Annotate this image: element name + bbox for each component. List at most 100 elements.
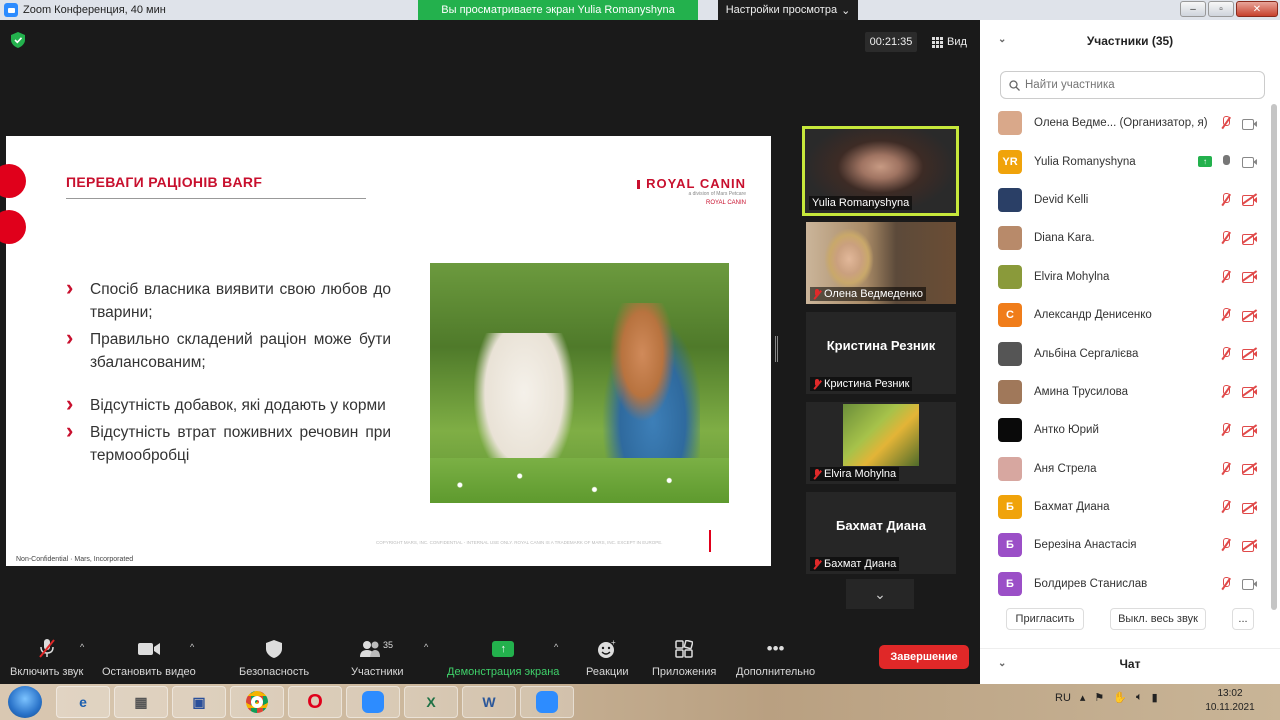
taskbar-excel-icon[interactable]: X <box>404 686 458 718</box>
participant-row[interactable]: Б Бахмат Диана <box>980 488 1272 526</box>
participant-row[interactable]: Антко Юрий <box>980 411 1272 449</box>
network-icon[interactable]: ▮ <box>1152 691 1158 704</box>
participant-row[interactable]: Амина Трусилова <box>980 373 1272 411</box>
muted-mic-icon[interactable] <box>1220 231 1232 245</box>
participant-name: Альбіна Сергалієва <box>1034 347 1139 360</box>
system-clock[interactable]: 13:02 10.11.2021 <box>1200 687 1260 715</box>
avatar <box>998 226 1022 251</box>
participant-row[interactable]: Аня Стрела <box>980 450 1272 488</box>
unmute-button[interactable]: Включить звук <box>10 638 83 678</box>
video-tile[interactable]: Бахмат Диана Бахмат Диана <box>806 492 956 574</box>
video-tile[interactable]: Кристина Резник Кристина Резник <box>806 312 956 394</box>
avatar <box>998 456 1022 481</box>
splitter-handle[interactable] <box>775 336 778 362</box>
collapse-chevron-icon[interactable]: ⌄ <box>998 34 1006 45</box>
muted-mic-icon[interactable] <box>1220 538 1232 552</box>
tray-arrow-icon[interactable]: ▴ <box>1080 691 1086 704</box>
invite-button[interactable]: Пригласить <box>1006 608 1084 630</box>
end-meeting-button[interactable]: Завершение <box>879 645 969 669</box>
volume-icon[interactable]: 🔈︎ <box>1136 691 1143 704</box>
video-tile[interactable]: Elvira Mohylna <box>806 402 956 484</box>
taskbar-opera-icon[interactable]: O <box>288 686 342 718</box>
slide-bullet: Відсутність втрат поживних речовин при т… <box>66 419 391 467</box>
tile-name: Elvira Mohylna <box>810 467 900 481</box>
muted-mic-icon[interactable] <box>1220 269 1232 284</box>
participant-row[interactable]: Олена Ведме... (Организатор, я) <box>980 104 1272 142</box>
apps-icon <box>675 638 694 660</box>
tile-name: Бахмат Диана <box>810 557 900 571</box>
participant-list-scrollbar[interactable] <box>1271 104 1277 610</box>
participants-button[interactable]: 35 Участники <box>351 638 404 678</box>
avatar: YR <box>998 149 1022 174</box>
apps-button[interactable]: Приложения <box>652 638 716 678</box>
close-window-button[interactable]: ✕ <box>1236 1 1278 17</box>
participant-name: Олена Ведме... (Организатор, я) <box>1034 117 1208 130</box>
mic-icon[interactable] <box>1220 154 1232 169</box>
maximize-button[interactable]: ▫ <box>1208 1 1234 17</box>
audio-options-caret[interactable]: ^ <box>80 642 84 652</box>
taskbar-chrome-icon[interactable] <box>230 686 284 718</box>
participant-row[interactable]: YR Yulia Romanyshyna ↑ <box>980 142 1272 180</box>
view-button[interactable]: Вид <box>932 32 967 52</box>
panel-more-button[interactable]: ... <box>1232 608 1254 630</box>
video-tile-active[interactable]: Yulia Romanyshyna <box>802 126 959 216</box>
participant-row[interactable]: Elvira Mohylna <box>980 258 1272 296</box>
view-options-button[interactable]: Настройки просмотра ⌄ <box>718 0 858 20</box>
mute-all-button[interactable]: Выкл. весь звук <box>1110 608 1206 630</box>
muted-mic-icon[interactable] <box>1220 116 1232 130</box>
taskbar-zoom-icon[interactable] <box>346 686 400 718</box>
stop-video-button[interactable]: Остановить видео <box>102 638 196 678</box>
action-center-icon[interactable]: ⚑ <box>1094 691 1104 704</box>
participant-search-input[interactable] <box>1025 79 1245 91</box>
start-button[interactable] <box>8 686 42 718</box>
participant-row[interactable]: Альбіна Сергалієва <box>980 334 1272 372</box>
muted-mic-icon[interactable] <box>1220 346 1232 361</box>
reactions-button[interactable]: + Реакции <box>586 638 629 678</box>
muted-mic-icon[interactable] <box>1220 576 1232 591</box>
avatar: Б <box>998 495 1022 520</box>
muted-mic-icon[interactable] <box>1220 461 1232 476</box>
muted-mic-icon[interactable] <box>1220 308 1232 322</box>
muted-mic-icon[interactable] <box>1220 192 1232 207</box>
security-button[interactable]: Безопасность <box>239 638 309 678</box>
video-options-caret[interactable]: ^ <box>190 642 194 652</box>
taskbar-word-icon[interactable]: W <box>462 686 516 718</box>
participant-name: Yulia Romanyshyna <box>1034 155 1136 168</box>
smiley-plus-icon: + <box>597 638 617 660</box>
participant-row[interactable]: Diana Kara. <box>980 219 1272 257</box>
slide-decor-dot <box>0 164 26 198</box>
clock-date: 10.11.2021 <box>1205 702 1255 713</box>
taskbar-save-icon[interactable]: ▣ <box>172 686 226 718</box>
participant-row[interactable]: Б Болдирев Станислав <box>980 565 1272 603</box>
share-screen-button[interactable]: ↑ Демонстрация экрана <box>447 638 559 678</box>
language-indicator[interactable]: RU <box>1055 692 1071 704</box>
avatar: С <box>998 303 1022 328</box>
share-options-caret[interactable]: ^ <box>554 642 558 652</box>
screen-share-icon: ↑ <box>1198 156 1212 168</box>
participants-panel-title: Участники (35) <box>1086 34 1174 48</box>
tray-app-icon[interactable]: ✋ <box>1113 691 1127 704</box>
avatar <box>998 379 1022 404</box>
participant-search-box[interactable] <box>1000 71 1265 99</box>
chat-section-header[interactable]: ⌄ Чат <box>980 648 1280 678</box>
more-button[interactable]: ••• Дополнительно <box>736 638 815 678</box>
participant-row[interactable]: Б Березіна Анастасія <box>980 526 1272 564</box>
taskbar-browser-icon[interactable]: e <box>56 686 110 718</box>
participant-name: Березіна Анастасія <box>1034 539 1137 552</box>
avatar <box>998 264 1022 289</box>
chevron-down-icon: ⌄ <box>874 585 886 602</box>
muted-mic-icon[interactable] <box>1220 384 1232 399</box>
taskbar-zoom-meeting-icon[interactable] <box>520 686 574 718</box>
participant-row[interactable]: Devid Kelli <box>980 181 1272 219</box>
participant-row[interactable]: С Александр Денисенко <box>980 296 1272 334</box>
video-tile[interactable]: Олена Ведмеденко <box>806 222 956 304</box>
muted-mic-icon[interactable] <box>1220 500 1232 514</box>
muted-mic-icon[interactable] <box>1220 423 1232 437</box>
gallery-next-button[interactable]: ⌄ <box>846 579 914 609</box>
encryption-shield-icon[interactable] <box>11 32 25 48</box>
muted-mic-icon <box>813 378 821 390</box>
minimize-button[interactable]: – <box>1180 1 1206 17</box>
collapse-chevron-icon[interactable]: ⌄ <box>998 658 1006 669</box>
taskbar-explorer-icon[interactable]: ▦ <box>114 686 168 718</box>
participants-options-caret[interactable]: ^ <box>424 642 428 652</box>
